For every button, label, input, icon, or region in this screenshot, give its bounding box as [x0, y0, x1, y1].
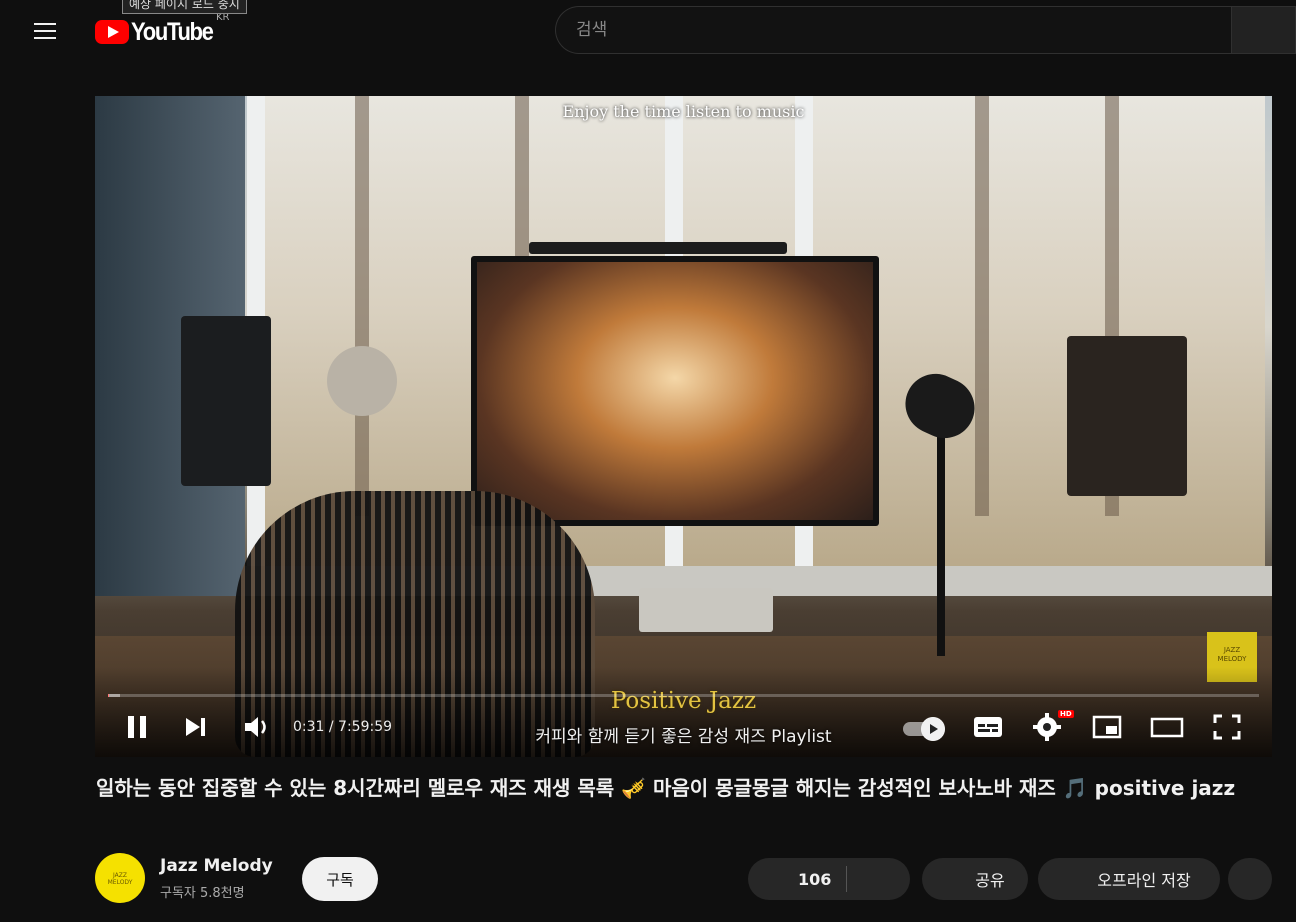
fullscreen-icon[interactable]	[1211, 710, 1243, 744]
scene-speaker-left	[181, 316, 271, 486]
share-label: 공유	[975, 871, 1005, 890]
search-box	[555, 6, 1231, 54]
search-button[interactable]	[1231, 6, 1296, 54]
top-bar: YouTube KR 예상 페이지 로드 중지	[0, 0, 1296, 64]
tooltip: 예상 페이지 로드 중지	[122, 0, 247, 14]
download-label: 오프라인 저장	[1097, 871, 1191, 890]
theater-icon[interactable]	[1149, 710, 1185, 744]
menu-icon[interactable]	[28, 14, 62, 48]
channel-avatar[interactable]: JAZZ MELODY	[95, 853, 145, 903]
youtube-play-icon	[95, 20, 129, 44]
like-dislike-divider	[846, 866, 847, 892]
like-count: 106	[798, 869, 832, 889]
subtitles-icon[interactable]	[972, 710, 1004, 744]
download-button[interactable]: 오프라인 저장	[1038, 858, 1220, 900]
scene-clock	[639, 588, 773, 632]
scene-speaker-right	[1067, 336, 1187, 496]
subscribe-button[interactable]: 구독	[302, 857, 378, 901]
more-actions-button[interactable]	[1228, 858, 1272, 900]
channel-name[interactable]: Jazz Melody	[160, 856, 273, 876]
scene-monitor	[471, 256, 879, 526]
share-button[interactable]: 공유	[922, 858, 1028, 900]
overlay-caption-top: Enjoy the time listen to music	[562, 102, 805, 121]
video-title: 일하는 동안 집중할 수 있는 8시간짜리 멜로우 재즈 재생 목록 🎺 마음이…	[96, 776, 1236, 800]
search-input[interactable]	[576, 20, 1231, 40]
video-player[interactable]: JAZZ MELODY Enjoy the time listen to musi…	[95, 96, 1272, 757]
scene-lamp	[327, 346, 397, 416]
next-icon[interactable]	[183, 710, 209, 744]
subscriber-count: 구독자 5.8천명	[160, 886, 245, 901]
progress-bar[interactable]	[108, 694, 1259, 697]
logo-text: YouTube	[131, 17, 214, 46]
hd-badge: HD	[1058, 710, 1074, 718]
time-display: 0:31 / 7:59:59	[293, 719, 393, 735]
youtube-logo[interactable]: YouTube	[95, 18, 224, 46]
like-button[interactable]: 106	[748, 858, 910, 900]
pause-icon[interactable]	[125, 710, 151, 744]
volume-icon[interactable]	[242, 710, 272, 744]
autoplay-knob-icon[interactable]	[921, 717, 945, 741]
miniplayer-icon[interactable]	[1091, 710, 1123, 744]
